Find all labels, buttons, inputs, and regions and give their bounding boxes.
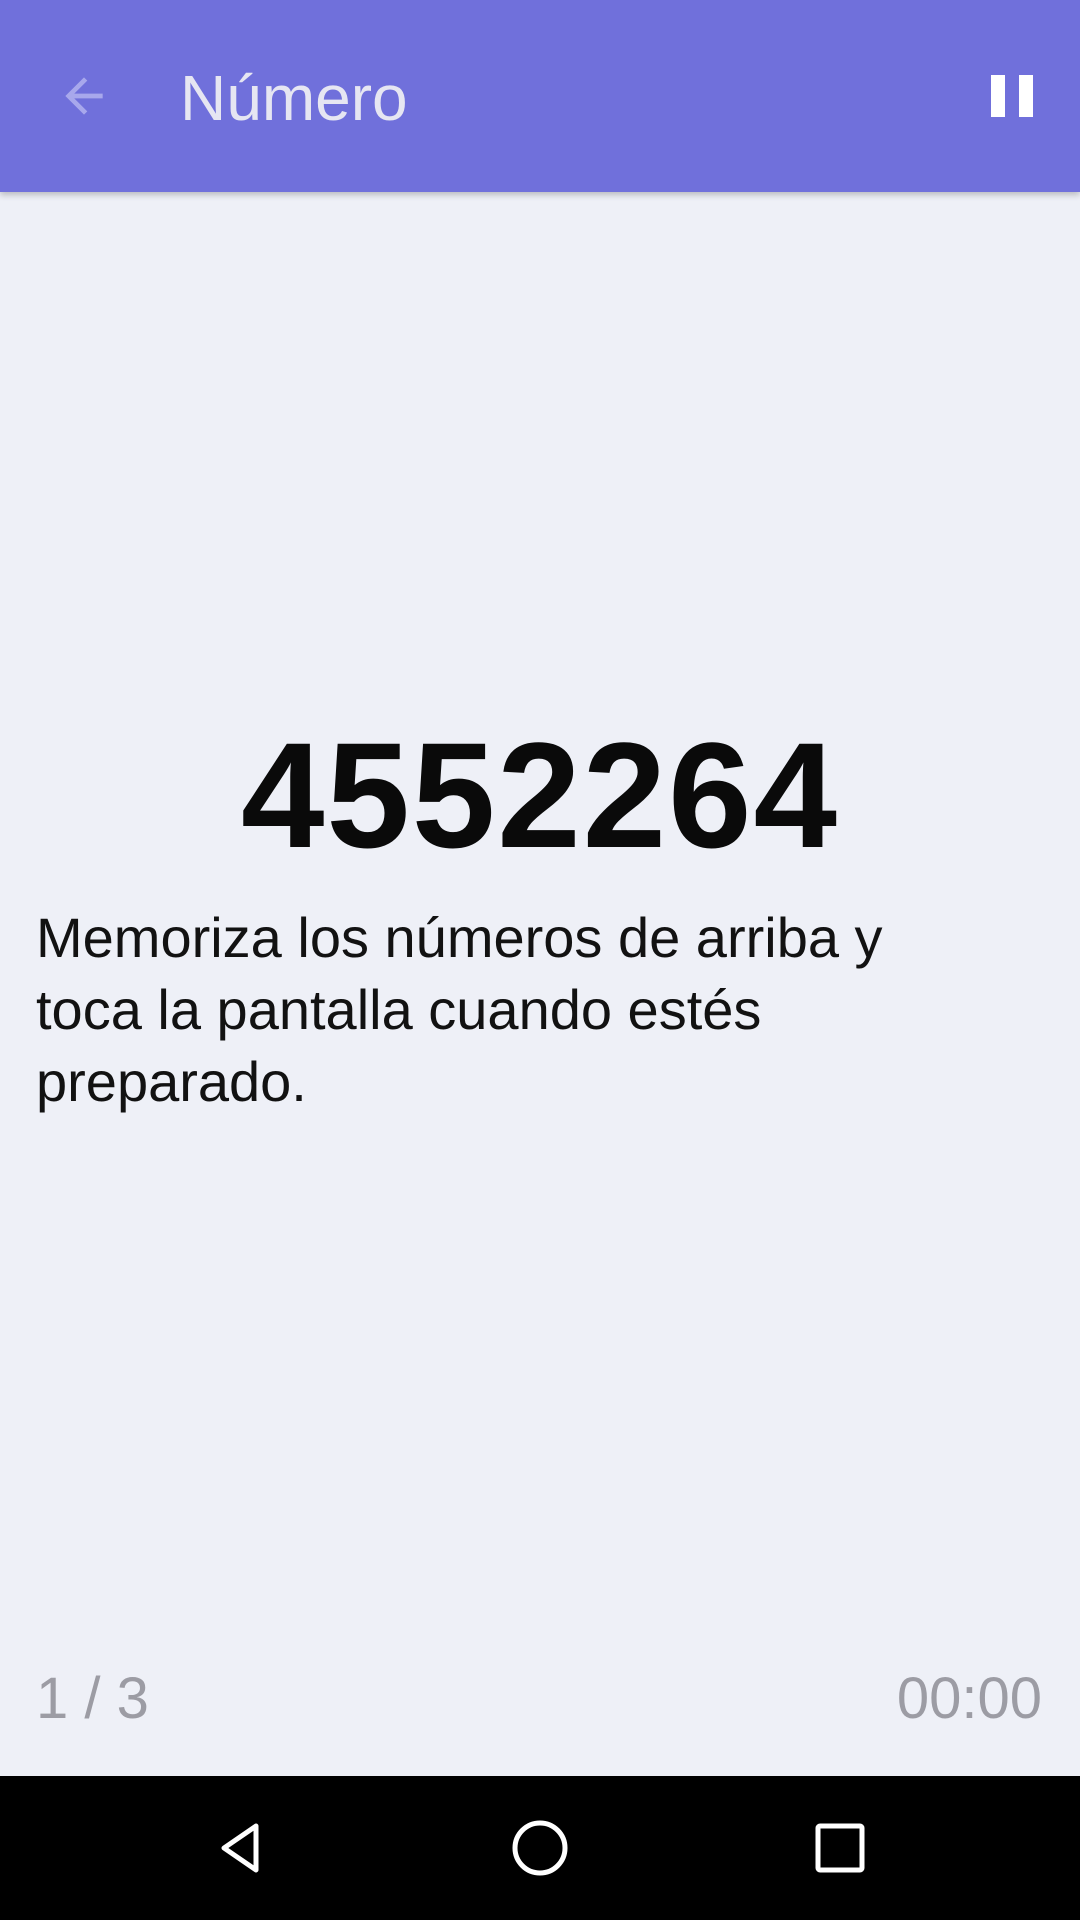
system-nav-bar xyxy=(0,1776,1080,1920)
progress-counter: 1 / 3 xyxy=(36,1666,149,1731)
page-title: Número xyxy=(180,62,408,134)
nav-recents-button[interactable] xyxy=(798,1806,882,1890)
pause-button[interactable] xyxy=(968,52,1056,140)
nav-back-button[interactable] xyxy=(198,1806,282,1890)
timer: 00:00 xyxy=(896,1666,1042,1731)
nav-home-icon xyxy=(512,1820,568,1876)
app-bar: Número xyxy=(0,0,1080,192)
arrow-back-icon xyxy=(65,77,103,115)
instruction-text: Memoriza los números de arriba y toca la… xyxy=(36,906,883,1113)
nav-recents-icon xyxy=(815,1823,865,1873)
nav-home-button[interactable] xyxy=(498,1806,582,1890)
pause-icon xyxy=(991,75,1033,117)
memorize-number: 4552264 xyxy=(241,711,839,879)
nav-back-icon xyxy=(221,1823,259,1873)
tap-area[interactable]: 4552264 Memoriza los números de arriba y… xyxy=(0,192,1080,1776)
back-button[interactable] xyxy=(40,52,128,140)
